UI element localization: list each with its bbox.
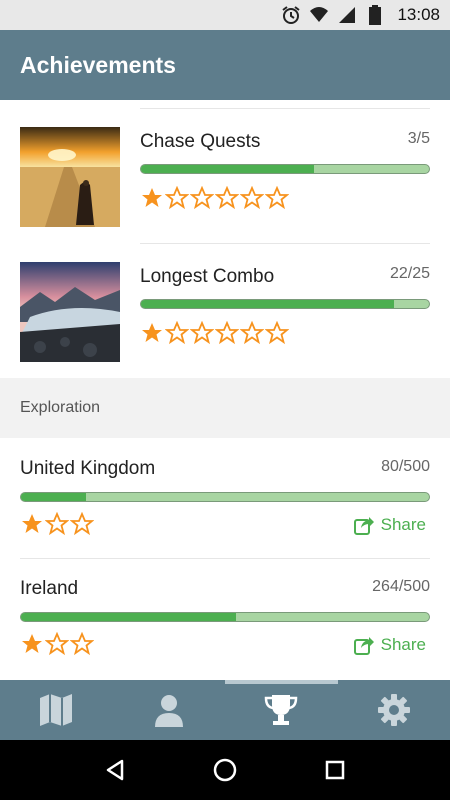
section-header-label: Exploration <box>20 399 101 416</box>
achievement-image <box>20 262 120 362</box>
progress-fill <box>141 165 314 173</box>
star-empty-icon <box>240 186 264 210</box>
share-label: Share <box>380 635 426 654</box>
star-empty-icon <box>165 186 189 210</box>
star-filled-icon <box>142 323 162 342</box>
exploration-name: United Kingdom <box>20 458 156 479</box>
share-button[interactable]: Share <box>353 634 426 656</box>
progress-fill <box>141 300 395 308</box>
trophy-icon <box>264 695 298 725</box>
wifi-icon <box>309 5 329 25</box>
nav-item-settings[interactable] <box>338 680 450 740</box>
star-empty-icon <box>190 186 214 210</box>
progress-bar <box>20 492 430 502</box>
status-bar: 13:08 <box>0 0 450 30</box>
progress-bar <box>20 612 430 622</box>
section-header-exploration: Exploration <box>0 378 450 438</box>
star-empty-icon <box>165 321 189 345</box>
star-empty-icon <box>45 512 69 536</box>
progress-bar <box>140 164 430 174</box>
battery-icon <box>365 5 385 25</box>
person-icon <box>154 695 183 727</box>
progress-fill <box>21 493 87 501</box>
recents-button[interactable] <box>315 750 355 790</box>
progress-bar <box>140 299 430 309</box>
achievement-count: 3/5 <box>407 130 430 147</box>
exploration-count: 264/500 <box>372 578 430 595</box>
star-filled-icon <box>22 634 42 653</box>
achievement-row-longest-combo[interactable]: Longest Combo 22/25 <box>0 235 450 370</box>
app-bar: Achievements <box>0 30 450 100</box>
achievement-name: Longest Combo <box>140 266 275 287</box>
system-nav-bar <box>0 740 450 800</box>
nav-item-achievements[interactable] <box>225 680 338 740</box>
map-icon <box>40 694 73 726</box>
achievement-count: 22/25 <box>389 265 430 282</box>
star-rating <box>20 512 94 536</box>
star-rating <box>140 186 289 210</box>
nav-item-map[interactable] <box>0 680 113 740</box>
star-empty-icon <box>45 632 69 656</box>
star-empty-icon <box>265 321 289 345</box>
recents-square-icon <box>325 760 345 780</box>
share-button[interactable]: Share <box>353 514 426 536</box>
star-empty-icon <box>265 186 289 210</box>
star-rating <box>140 321 289 345</box>
achievement-name: Chase Quests <box>140 131 261 152</box>
back-button[interactable] <box>95 750 135 790</box>
alarm-icon <box>281 5 301 25</box>
star-empty-icon <box>215 321 239 345</box>
gear-icon <box>377 694 410 726</box>
achievement-row-chase-quests[interactable]: Chase Quests 3/5 <box>0 100 450 235</box>
star-empty-icon <box>190 321 214 345</box>
exploration-name: Ireland <box>20 578 79 599</box>
share-label: Share <box>380 515 426 534</box>
signal-icon <box>337 5 357 25</box>
star-empty-icon <box>70 632 94 656</box>
achievement-image <box>20 127 120 227</box>
star-filled-icon <box>22 514 42 533</box>
share-icon <box>353 517 374 535</box>
page-title: Achievements <box>20 51 176 78</box>
status-time: 13:08 <box>397 5 440 24</box>
exploration-row-united-kingdom[interactable]: United Kingdom 80/500 Share <box>0 438 450 558</box>
star-filled-icon <box>142 188 162 207</box>
nav-item-profile[interactable] <box>113 680 226 740</box>
star-empty-icon <box>70 512 94 536</box>
home-circle-icon <box>213 758 237 782</box>
back-triangle-icon <box>106 759 124 781</box>
share-icon <box>353 637 374 655</box>
star-empty-icon <box>215 186 239 210</box>
bottom-nav <box>0 680 450 740</box>
exploration-count: 80/500 <box>381 458 430 475</box>
exploration-row-ireland[interactable]: Ireland 264/500 Share <box>0 558 450 678</box>
progress-fill <box>21 613 237 621</box>
star-rating <box>20 632 94 656</box>
star-empty-icon <box>240 321 264 345</box>
home-button[interactable] <box>205 750 245 790</box>
achievements-list[interactable]: Chase Quests 3/5 Longest Combo 22/25 Exp… <box>0 100 450 680</box>
